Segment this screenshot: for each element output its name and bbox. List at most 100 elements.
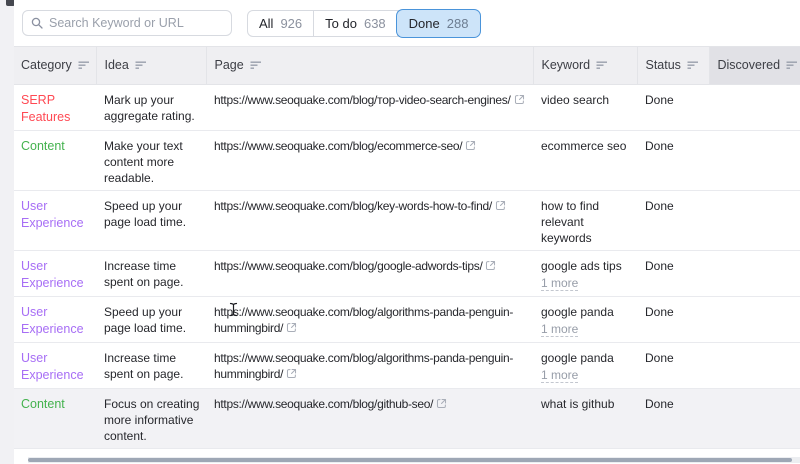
filter-tab-count: 638 — [364, 16, 386, 31]
filter-sort-icon[interactable] — [596, 59, 608, 73]
external-link-icon[interactable] — [495, 199, 506, 215]
filter-tab-all[interactable]: All 926 — [248, 11, 314, 36]
column-header-page[interactable]: Page — [206, 47, 533, 85]
page-url: https://www.seoquake.com/blog/key-words-… — [214, 199, 492, 213]
column-header-status[interactable]: Status — [637, 47, 709, 85]
page-cell: https://www.seoquake.com/blog/ecommerce-… — [206, 131, 533, 191]
status-cell: Done — [637, 389, 709, 449]
filter-sort-icon[interactable] — [250, 59, 262, 73]
table-row[interactable]: User ExperienceSpeed up your page load t… — [14, 191, 800, 251]
page-cell: https://www.seoquake.com/blog/key-words-… — [206, 191, 533, 251]
category-cell: SERP Features — [14, 85, 96, 131]
discovered-cell — [709, 251, 800, 297]
page-url: https://www.seoquake.com/blog/тop-video-… — [214, 93, 511, 107]
keyword-text: google ads tips — [541, 259, 622, 273]
table-row[interactable]: User ExperienceSpeed up your page load t… — [14, 297, 800, 343]
keyword-cell: google ads tips 1 more — [533, 251, 637, 297]
toolbar: All 926 To do638 Done 288 — [14, 0, 800, 46]
status-cell: Done — [637, 131, 709, 191]
idea-cell: Mark up your aggregate rating. — [96, 85, 206, 131]
status-cell: Done — [637, 251, 709, 297]
category-cell: Content — [14, 389, 96, 449]
external-link-icon[interactable] — [485, 259, 496, 275]
column-header-keyword[interactable]: Keyword — [533, 47, 637, 85]
column-header-idea[interactable]: Idea — [96, 47, 206, 85]
external-link-icon[interactable] — [286, 367, 297, 383]
category-cell: User Experience — [14, 343, 96, 389]
keyword-cell: video search — [533, 85, 637, 131]
discovered-cell — [709, 85, 800, 131]
filter-sort-icon[interactable] — [687, 59, 699, 73]
seo-ideas-screen: All 926 To do638 Done 288 Category Idea Page… — [0, 0, 800, 464]
more-keywords-link[interactable]: 1 more — [541, 323, 578, 337]
ideas-table: Category Idea Page Keyword Status Discov… — [14, 46, 800, 449]
page-url: https://www.seoquake.com/blog/google-adw… — [214, 259, 482, 273]
idea-cell: Increase time spent on page. — [96, 343, 206, 389]
keyword-cell: what is github — [533, 389, 637, 449]
external-link-icon[interactable] — [436, 397, 447, 413]
table-row[interactable]: ContentMake your text content more reada… — [14, 131, 800, 191]
horizontal-scrollbar[interactable] — [28, 457, 800, 463]
idea-cell: Increase time spent on page. — [96, 251, 206, 297]
idea-cell: Focus on creating more informative conte… — [96, 389, 206, 449]
filter-sort-icon[interactable] — [135, 59, 147, 73]
filter-sort-icon[interactable] — [786, 59, 798, 73]
page-cell: https://www.seoquake.com/blog/algorithms… — [206, 297, 533, 343]
keyword-cell: how to find relevant keywords — [533, 191, 637, 251]
keyword-text: how to find relevant keywords — [541, 199, 599, 245]
scrollbar-thumb[interactable] — [28, 458, 792, 462]
external-link-icon[interactable] — [286, 321, 297, 337]
filter-tab-to-do[interactable]: To do638 — [314, 11, 398, 36]
table-row[interactable]: ContentFocus on creating more informativ… — [14, 389, 800, 449]
table-body: SERP FeaturesMark up your aggregate rati… — [14, 85, 800, 449]
filter-tab-label: Done — [409, 16, 440, 31]
page-url: https://www.seoquake.com/blog/github-seo… — [214, 397, 433, 411]
keyword-text: google panda — [541, 351, 614, 365]
table-header-row: Category Idea Page Keyword Status Discov… — [14, 47, 800, 85]
search-box[interactable] — [22, 10, 232, 36]
keyword-cell: google panda 1 more — [533, 297, 637, 343]
category-cell: User Experience — [14, 191, 96, 251]
keyword-text: video search — [541, 93, 609, 107]
content-panel: All 926 To do638 Done 288 Category Idea Page… — [14, 0, 800, 464]
filter-sort-icon[interactable] — [78, 59, 90, 73]
discovered-cell — [709, 131, 800, 191]
status-cell: Done — [637, 343, 709, 389]
category-cell: User Experience — [14, 297, 96, 343]
more-keywords-link[interactable]: 1 more — [541, 369, 578, 383]
table-row[interactable]: User ExperienceIncrease time spent on pa… — [14, 251, 800, 297]
filter-tab-label: All — [259, 16, 273, 31]
idea-cell: Make your text content more readable. — [96, 131, 206, 191]
category-cell: User Experience — [14, 251, 96, 297]
page-url: https://www.seoquake.com/blog/ecommerce-… — [214, 139, 462, 153]
page-url: https://www.seoquake.com/blog/algorithms… — [214, 305, 513, 335]
discovered-cell — [709, 191, 800, 251]
category-cell: Content — [14, 131, 96, 191]
keyword-cell: ecommerce seo — [533, 131, 637, 191]
keyword-text: google panda — [541, 305, 614, 319]
search-icon — [31, 17, 43, 29]
discovered-cell — [709, 297, 800, 343]
search-input[interactable] — [49, 16, 223, 30]
idea-cell: Speed up your page load time. — [96, 297, 206, 343]
status-cell: Done — [637, 191, 709, 251]
keyword-text: what is github — [541, 397, 614, 411]
filter-tab-count: 288 — [447, 16, 469, 31]
column-header-discovered[interactable]: Discovered — [709, 47, 800, 85]
external-link-icon[interactable] — [465, 139, 476, 155]
page-url: https://www.seoquake.com/blog/algorithms… — [214, 351, 513, 381]
status-cell: Done — [637, 297, 709, 343]
external-link-icon[interactable] — [514, 93, 525, 109]
filter-tab-count: 926 — [280, 16, 302, 31]
keyword-cell: google panda 1 more — [533, 343, 637, 389]
discovered-cell — [709, 389, 800, 449]
page-cell: https://www.seoquake.com/blog/google-adw… — [206, 251, 533, 297]
page-cell: https://www.seoquake.com/blog/algorithms… — [206, 343, 533, 389]
more-keywords-link[interactable]: 1 more — [541, 277, 578, 291]
column-header-category[interactable]: Category — [14, 47, 96, 85]
filter-tab-done[interactable]: Done 288 — [397, 10, 481, 37]
table-row[interactable]: SERP FeaturesMark up your aggregate rati… — [14, 85, 800, 131]
discovered-cell — [709, 343, 800, 389]
table-row[interactable]: User ExperienceIncrease time spent on pa… — [14, 343, 800, 389]
page-cell: https://www.seoquake.com/blog/github-seo… — [206, 389, 533, 449]
